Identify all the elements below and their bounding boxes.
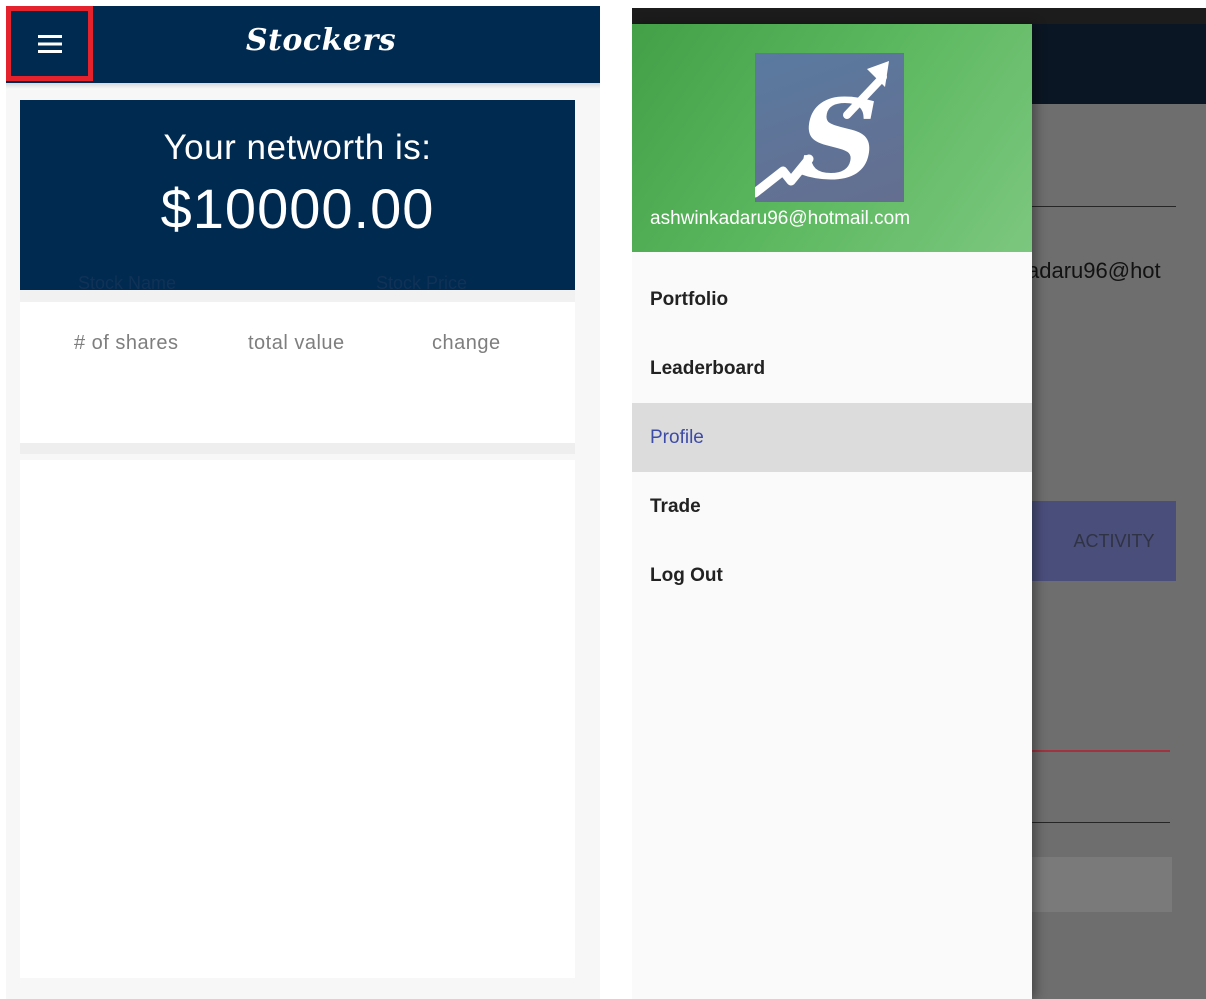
background-divider (1032, 206, 1176, 207)
stock-name-header: Stock Name (78, 273, 177, 293)
app-bar-shadow (6, 83, 600, 89)
holdings-list (20, 460, 575, 978)
card-divider (20, 443, 575, 454)
stock-price-header: Stock Price (376, 273, 468, 293)
activity-tab-label: ACTIVITY (1073, 530, 1155, 551)
drawer-item-logout[interactable]: Log Out (632, 541, 1032, 610)
shares-column-header: # of shares (74, 332, 179, 354)
stockers-logo: S (750, 53, 904, 204)
status-bar (632, 8, 1206, 24)
drawer-item-label: Portfolio (650, 288, 729, 310)
drawer-item-label: Profile (650, 426, 704, 448)
background-input-underline-2 (1032, 822, 1170, 823)
background-email: adaru96@hot (1027, 258, 1161, 283)
networth-label: Your networth is: (163, 128, 432, 167)
profile-screen-with-drawer: adaru96@hot ACTIVITY S ashwinkadaru96@ho… (632, 8, 1206, 999)
drawer-header: S ashwinkadaru96@hotmail.com (632, 24, 1032, 252)
change-column-header: change (432, 332, 501, 354)
drawer-item-label: Leaderboard (650, 357, 766, 379)
drawer-item-leaderboard[interactable]: Leaderboard (632, 334, 1032, 403)
menu-button[interactable] (6, 6, 93, 81)
stockers-logo-icon: S (750, 61, 889, 204)
total-value-column-header: total value (248, 332, 345, 354)
drawer-item-label: Trade (650, 495, 701, 517)
networth-panel: Your networth is: $10000.00 (20, 100, 575, 290)
drawer-item-profile[interactable]: Profile (632, 403, 1032, 472)
drawer-item-portfolio[interactable]: Portfolio (632, 265, 1032, 334)
background-button (1032, 857, 1172, 912)
stock-table-header: Stock Name Stock Price (20, 273, 575, 302)
app-bar: Stockers (6, 6, 600, 83)
navigation-drawer: S ashwinkadaru96@hotmail.com Portfolio L… (632, 24, 1032, 999)
background-input-underline (1032, 750, 1170, 752)
drawer-email: ashwinkadaru96@hotmail.com (650, 208, 911, 229)
activity-tab: ACTIVITY (1032, 501, 1176, 581)
networth-value: $10000.00 (160, 177, 435, 240)
menu-icon (37, 34, 62, 53)
app-title: Stockers (245, 23, 397, 58)
drawer-item-label: Log Out (650, 564, 723, 586)
drawer-item-trade[interactable]: Trade (632, 472, 1032, 541)
networth-card: Your networth is: $10000.00 Stock Name S… (20, 100, 575, 454)
